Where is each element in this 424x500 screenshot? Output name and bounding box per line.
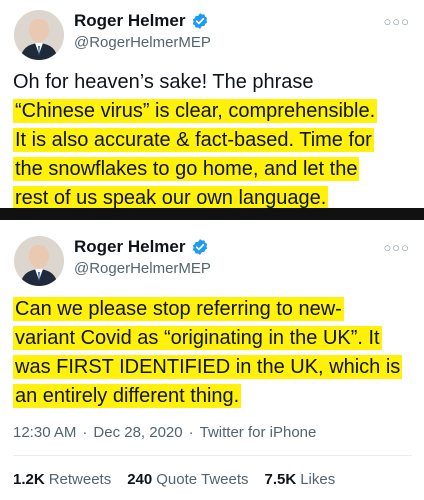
tweet-date[interactable]: Dec 28, 2020 xyxy=(93,424,182,441)
tweet-line: was FIRST IDENTIFIED in the UK, which is xyxy=(13,355,403,379)
quote-tweets-count: 240 xyxy=(127,471,153,488)
divider xyxy=(0,208,424,220)
tweet-text: Can we please stop referring to new- var… xyxy=(13,295,413,411)
separator-line xyxy=(13,455,412,456)
quote-tweets-label: Quote Tweets xyxy=(156,471,249,488)
tweet-line: rest of us speak our own language. xyxy=(13,186,329,210)
verified-badge-icon xyxy=(193,239,208,255)
verified-badge-icon xyxy=(193,13,208,29)
tweet-line: It is also accurate & fact-based. Time f… xyxy=(13,128,374,152)
tweet-line: Can we please stop referring to new- xyxy=(13,297,344,321)
tweet-line: an entirely different thing. xyxy=(13,384,242,408)
handle[interactable]: @RogerHelmerMEP xyxy=(74,260,211,277)
display-name[interactable]: Roger Helmer xyxy=(74,237,185,257)
tweet-source[interactable]: Twitter for iPhone xyxy=(200,424,317,441)
tweet-text: Oh for heaven’s sake! The phrase “Chines… xyxy=(13,68,413,213)
handle[interactable]: @RogerHelmerMEP xyxy=(74,34,211,51)
tweet-line: variant Covid as “originating in the UK”… xyxy=(13,326,382,350)
tweet-time[interactable]: 12:30 AM xyxy=(13,424,76,441)
retweets-count: 1.2K xyxy=(13,471,45,488)
likes-label: Likes xyxy=(300,471,336,488)
engagement-stats: 1.2K Retweets 240 Quote Tweets 7.5K Likes xyxy=(13,471,335,488)
likes-stat[interactable]: 7.5K Likes xyxy=(265,471,336,488)
retweets-stat[interactable]: 1.2K Retweets xyxy=(13,471,111,488)
more-options-icon[interactable]: ○○○ xyxy=(383,240,410,255)
retweets-label: Retweets xyxy=(48,471,112,488)
tweet-line: “Chinese virus” is clear, comprehensible… xyxy=(13,99,378,123)
tweet-meta: 12:30 AM · Dec 28, 2020 · Twitter for iPhone xyxy=(13,424,317,441)
quote-tweets-stat[interactable]: 240 Quote Tweets xyxy=(127,471,248,488)
avatar[interactable] xyxy=(14,10,64,60)
tweet-line: the snowflakes to go home, and let the xyxy=(13,157,360,181)
more-options-icon[interactable]: ○○○ xyxy=(383,14,410,29)
avatar[interactable] xyxy=(14,236,64,286)
likes-count: 7.5K xyxy=(264,471,297,488)
tweet-line: Oh for heaven’s sake! The phrase xyxy=(13,71,314,93)
display-name[interactable]: Roger Helmer xyxy=(74,11,185,31)
